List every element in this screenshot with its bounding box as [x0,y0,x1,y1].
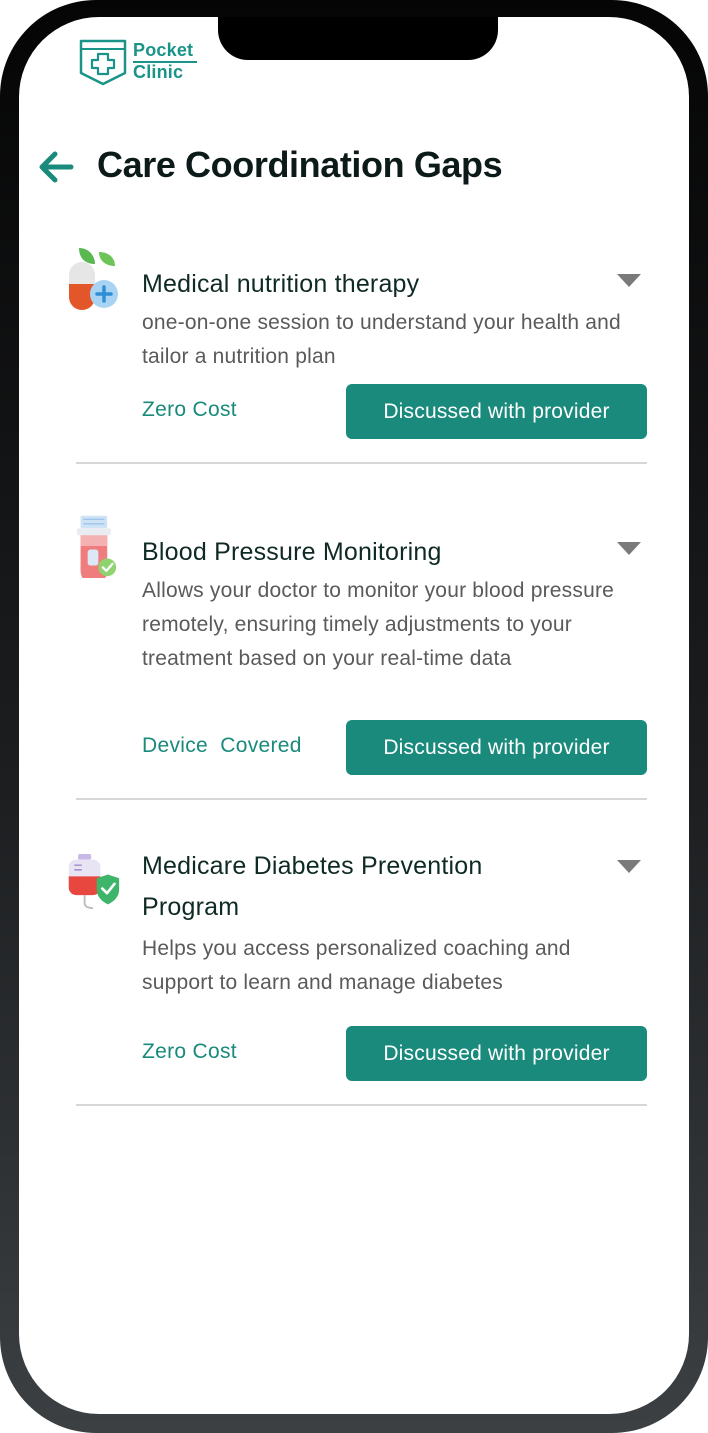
page-title: Care Coordination Gaps [97,144,503,185]
care-gap-card: Medical nutrition therapy one-on-one ses… [59,242,649,466]
blood-test-tube-check-icon [77,515,117,578]
phone-notch [218,17,498,60]
cost-label: Zero Cost [142,398,237,421]
card-title: Medical nutrition therapy [142,270,420,298]
card-divider [76,462,647,464]
card-description: one-on-one session to understand your he… [142,311,621,368]
card-title: Medicare Diabetes Prevention Program [142,852,483,921]
card-divider [76,1104,647,1106]
brand-name-line2: Clinic [133,62,184,82]
caret-down-icon[interactable] [616,540,642,558]
medical-cross-shield-icon [79,39,127,86]
discussed-with-provider-button[interactable]: Discussed with provider [346,1026,647,1081]
cost-label: Device Covered [142,734,302,757]
nutrition-pill-leaf-icon [69,248,118,310]
card-description: Helps you access personalized coaching a… [142,937,571,994]
phone-frame: Pocket Clinic Care Coordination Gaps Med… [0,0,708,1433]
cost-label: Zero Cost [142,1040,237,1063]
card-title: Blood Pressure Monitoring [142,538,442,566]
care-gap-card: Blood Pressure Monitoring Allows your do… [59,510,649,804]
care-gap-card: Medicare Diabetes Prevention Program Hel… [59,844,649,1110]
discussed-with-provider-button[interactable]: Discussed with provider [346,720,647,775]
iv-bag-shield-icon [68,854,120,910]
card-divider [76,798,647,800]
brand-name-line1: Pocket [133,40,194,60]
caret-down-icon[interactable] [616,858,642,876]
arrow-left-icon[interactable] [35,145,79,189]
app-logo: Pocket Clinic [78,37,198,87]
app-screen: Pocket Clinic Care Coordination Gaps Med… [19,17,689,1414]
discussed-with-provider-button[interactable]: Discussed with provider [346,384,647,439]
card-description: Allows your doctor to monitor your blood… [142,579,615,670]
caret-down-icon[interactable] [616,272,642,290]
